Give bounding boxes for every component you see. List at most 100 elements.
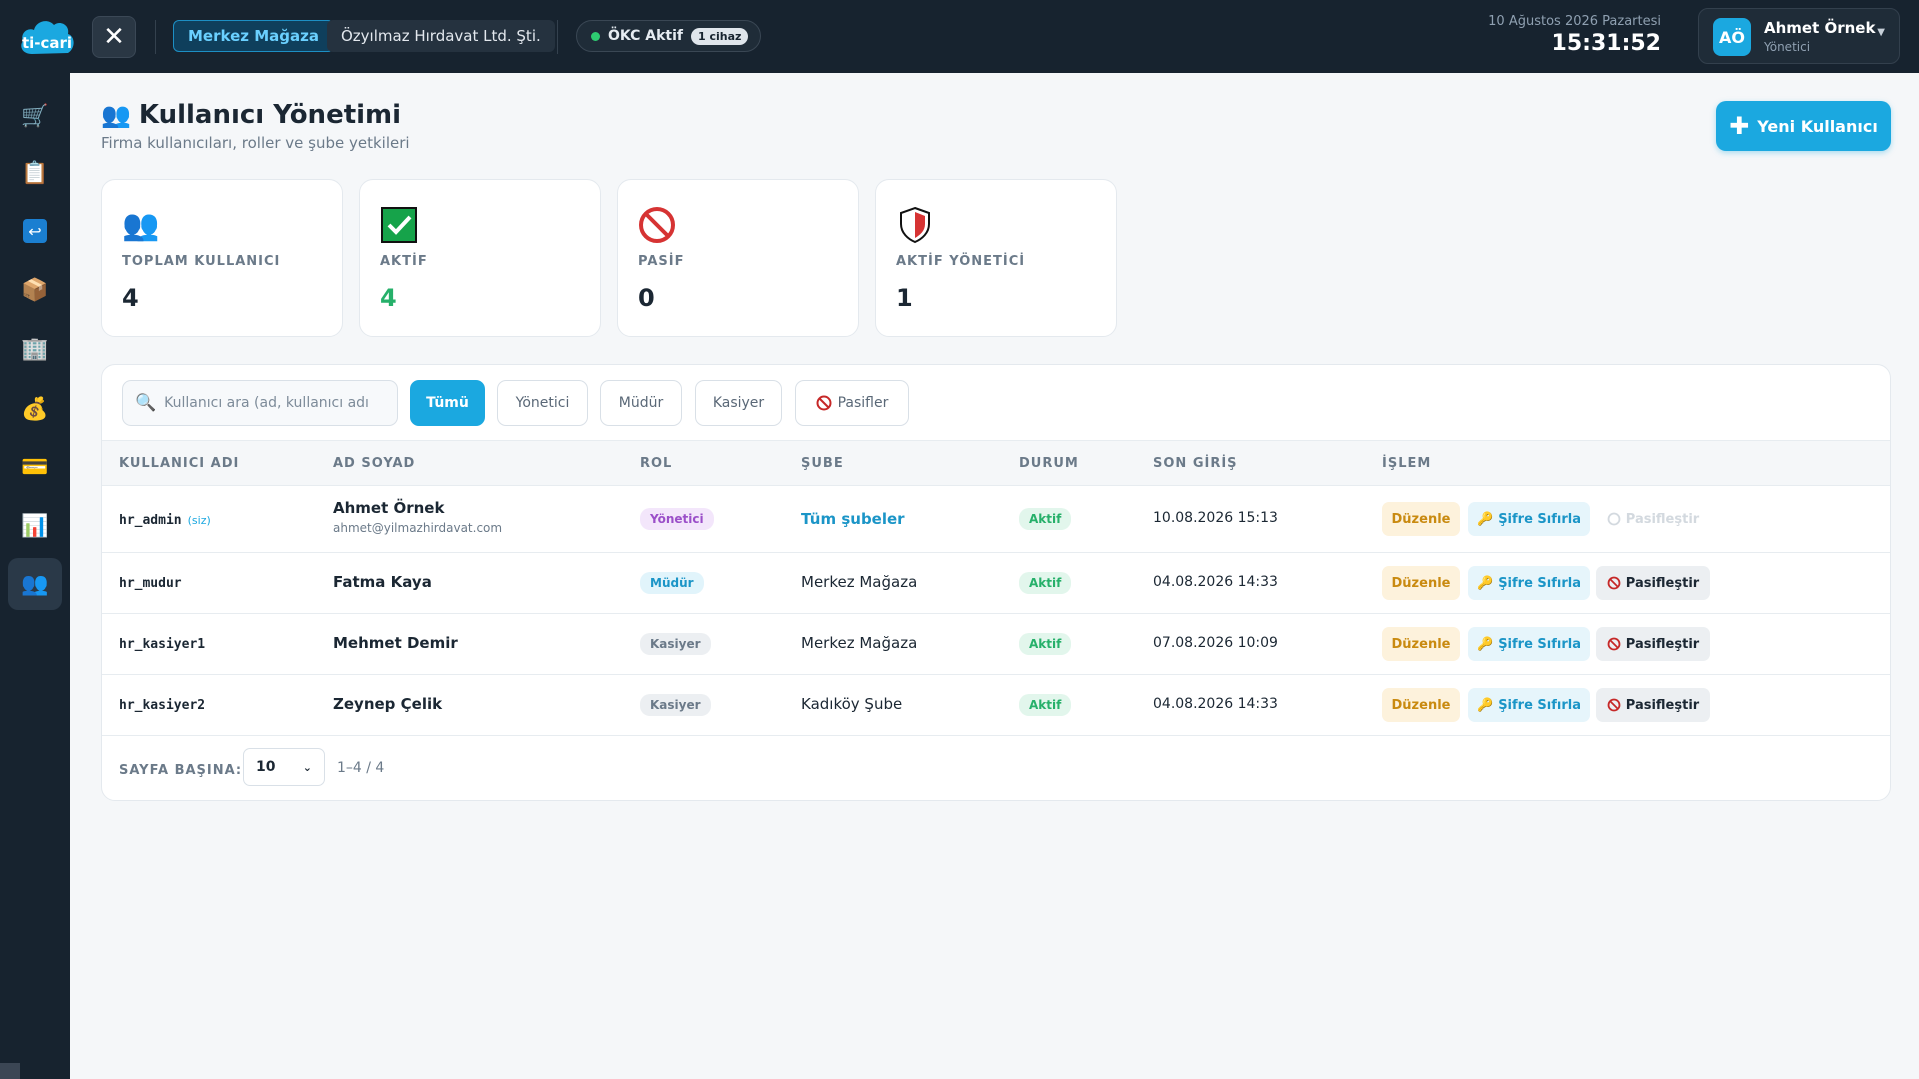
chevron-down-icon: ⌄	[302, 760, 312, 774]
user-menu[interactable]: AÖ Ahmet Örnek Yönetici ▼	[1698, 8, 1900, 64]
clock: 10 Ağustos 2026 Pazartesi 15:31:52	[1488, 14, 1661, 56]
users-icon: 👥	[21, 571, 49, 597]
key-icon: 🔑	[1477, 697, 1494, 713]
filter-all[interactable]: Tümü	[410, 380, 485, 426]
status-badge: Aktif	[1019, 572, 1072, 594]
app-logo[interactable]: ti-cari	[18, 16, 76, 56]
reset-label: Şifre Sıfırla	[1498, 697, 1581, 713]
edit-button[interactable]: Düzenle	[1382, 502, 1460, 536]
status-badge: Aktif	[1019, 694, 1072, 716]
reset-label: Şifre Sıfırla	[1498, 636, 1581, 652]
top-bar: ti-cari ✕ Merkez Mağaza Özyılmaz Hırdava…	[0, 0, 1919, 73]
sidebar-item-returns[interactable]: ↩	[8, 205, 62, 257]
avatar: AÖ	[1713, 18, 1751, 56]
credit-card-icon: 💳	[21, 454, 49, 480]
return-icon: ↩	[23, 219, 47, 243]
stat-label: TOPLAM KULLANICI	[122, 254, 281, 269]
okc-device-count: 1 cihaz	[691, 27, 749, 45]
status-cell: Aktif	[1019, 633, 1072, 655]
username-cell: hr_admin (siz)	[119, 513, 211, 528]
last-login: 04.08.2026 14:33	[1153, 574, 1278, 590]
table-row: hr_kasiyer1 Mehmet Demir Kasiyer Merkez …	[102, 614, 1890, 675]
reset-password-button[interactable]: 🔑 Şifre Sıfırla	[1468, 688, 1590, 722]
edit-button[interactable]: Düzenle	[1382, 566, 1460, 600]
edit-button[interactable]: Düzenle	[1382, 627, 1460, 661]
table-row: hr_kasiyer2 Zeynep Çelik Kasiyer Kadıköy…	[102, 675, 1890, 736]
filter-yonetici[interactable]: Yönetici	[497, 380, 588, 426]
users-icon: 👥	[122, 207, 160, 243]
stat-value: 1	[896, 284, 913, 312]
role-badge: Kasiyer	[640, 633, 711, 655]
column-header-status[interactable]: DURUM	[1019, 456, 1079, 471]
okc-status-text: ÖKC Aktif	[608, 28, 683, 44]
key-icon: 🔑	[1477, 575, 1494, 591]
sidebar-item-payments[interactable]: 💳	[8, 441, 62, 493]
search-box[interactable]: 🔍	[122, 380, 398, 426]
column-header-role[interactable]: ROL	[640, 456, 672, 471]
deactivate-button[interactable]: Pasifleştir	[1596, 627, 1710, 661]
sidebar-footer	[0, 1063, 20, 1079]
column-header-username[interactable]: KULLANICI ADI	[119, 456, 239, 471]
last-login: 07.08.2026 10:09	[1153, 635, 1278, 651]
filter-mudur[interactable]: Müdür	[600, 380, 682, 426]
reset-password-button[interactable]: 🔑 Şifre Sıfırla	[1468, 627, 1590, 661]
filter-kasiyer[interactable]: Kasiyer	[695, 380, 782, 426]
status-cell: Aktif	[1019, 508, 1072, 530]
table-row: hr_admin (siz) Ahmet Örnek ahmet@yilmazhi…	[102, 486, 1890, 553]
deactivate-label: Pasifleştir	[1625, 697, 1700, 713]
money-bag-icon: 💰	[21, 396, 49, 422]
sidebar-item-branches[interactable]: 🏢	[8, 323, 62, 375]
package-icon: 📦	[21, 277, 49, 303]
role-badge: Kasiyer	[640, 694, 711, 716]
clipboard-icon: 📋	[21, 160, 49, 186]
role-cell: Kasiyer	[640, 633, 711, 655]
branch: Kadıköy Şube	[801, 695, 903, 713]
reset-password-button[interactable]: 🔑 Şifre Sıfırla	[1468, 566, 1590, 600]
branch-link[interactable]: Tüm şubeler	[801, 510, 905, 528]
prohibited-icon	[1607, 637, 1621, 651]
stat-card-passive: PASİF 0	[617, 179, 859, 337]
page-header: 👥 Kullanıcı Yönetimi	[101, 100, 401, 130]
stat-value: 4	[380, 284, 397, 312]
edit-button[interactable]: Düzenle	[1382, 688, 1460, 722]
sidebar-item-reports[interactable]: 📊	[8, 500, 62, 552]
users-panel: 🔍 Tümü Yönetici Müdür Kasiyer Pasifler K…	[101, 364, 1891, 801]
prohibited-icon	[816, 395, 832, 411]
role-badge: Yönetici	[640, 508, 714, 530]
filter-pasifler[interactable]: Pasifler	[795, 380, 909, 426]
sidebar-item-products[interactable]: 📦	[8, 264, 62, 316]
role-cell: Yönetici	[640, 508, 714, 530]
okc-status-pill[interactable]: ÖKC Aktif 1 cihaz	[576, 20, 762, 52]
sidebar-item-users[interactable]: 👥	[8, 558, 62, 610]
status-badge: Aktif	[1019, 633, 1072, 655]
stat-label: PASİF	[638, 254, 685, 269]
deactivate-button[interactable]: Pasifleştir	[1596, 566, 1710, 600]
store-selector[interactable]: Merkez Mağaza	[173, 20, 334, 52]
status-cell: Aktif	[1019, 694, 1072, 716]
reset-password-button[interactable]: 🔑 Şifre Sıfırla	[1468, 502, 1590, 536]
stat-card-admins: AKTİF YÖNETİCİ 1	[875, 179, 1117, 337]
deactivate-button[interactable]: Pasifleştir	[1596, 688, 1710, 722]
company-selector[interactable]: Özyılmaz Hırdavat Ltd. Şti.	[327, 20, 555, 52]
stat-card-total: 👥 TOPLAM KULLANICI 4	[101, 179, 343, 337]
sidebar-item-finance[interactable]: 💰	[8, 383, 62, 435]
sidebar-item-sales[interactable]: 🛒	[8, 90, 62, 142]
building-icon: 🏢	[21, 336, 49, 362]
new-user-label: Yeni Kullanıcı	[1757, 116, 1878, 136]
search-input[interactable]	[164, 395, 385, 411]
close-button[interactable]: ✕	[92, 16, 136, 58]
status-cell: Aktif	[1019, 572, 1072, 594]
username: hr_mudur	[119, 576, 182, 591]
logo-text: ti-cari	[21, 34, 73, 52]
column-header-fullname[interactable]: AD SOYAD	[333, 456, 415, 471]
table-header: KULLANICI ADI AD SOYAD ROL ŞUBE DURUM SO…	[102, 440, 1890, 486]
deactivate-label: Pasifleştir	[1625, 636, 1700, 652]
full-name: Fatma Kaya	[333, 573, 432, 591]
new-user-button[interactable]: ✚ Yeni Kullanıcı	[1716, 101, 1891, 151]
plus-icon: ✚	[1729, 112, 1750, 140]
prohibited-icon	[1607, 576, 1621, 590]
column-header-branch[interactable]: ŞUBE	[801, 456, 844, 471]
sidebar-item-documents[interactable]: 📋	[8, 147, 62, 199]
column-header-last-login[interactable]: SON GİRİŞ	[1153, 456, 1238, 471]
per-page-select[interactable]: 10 ⌄	[243, 748, 325, 786]
